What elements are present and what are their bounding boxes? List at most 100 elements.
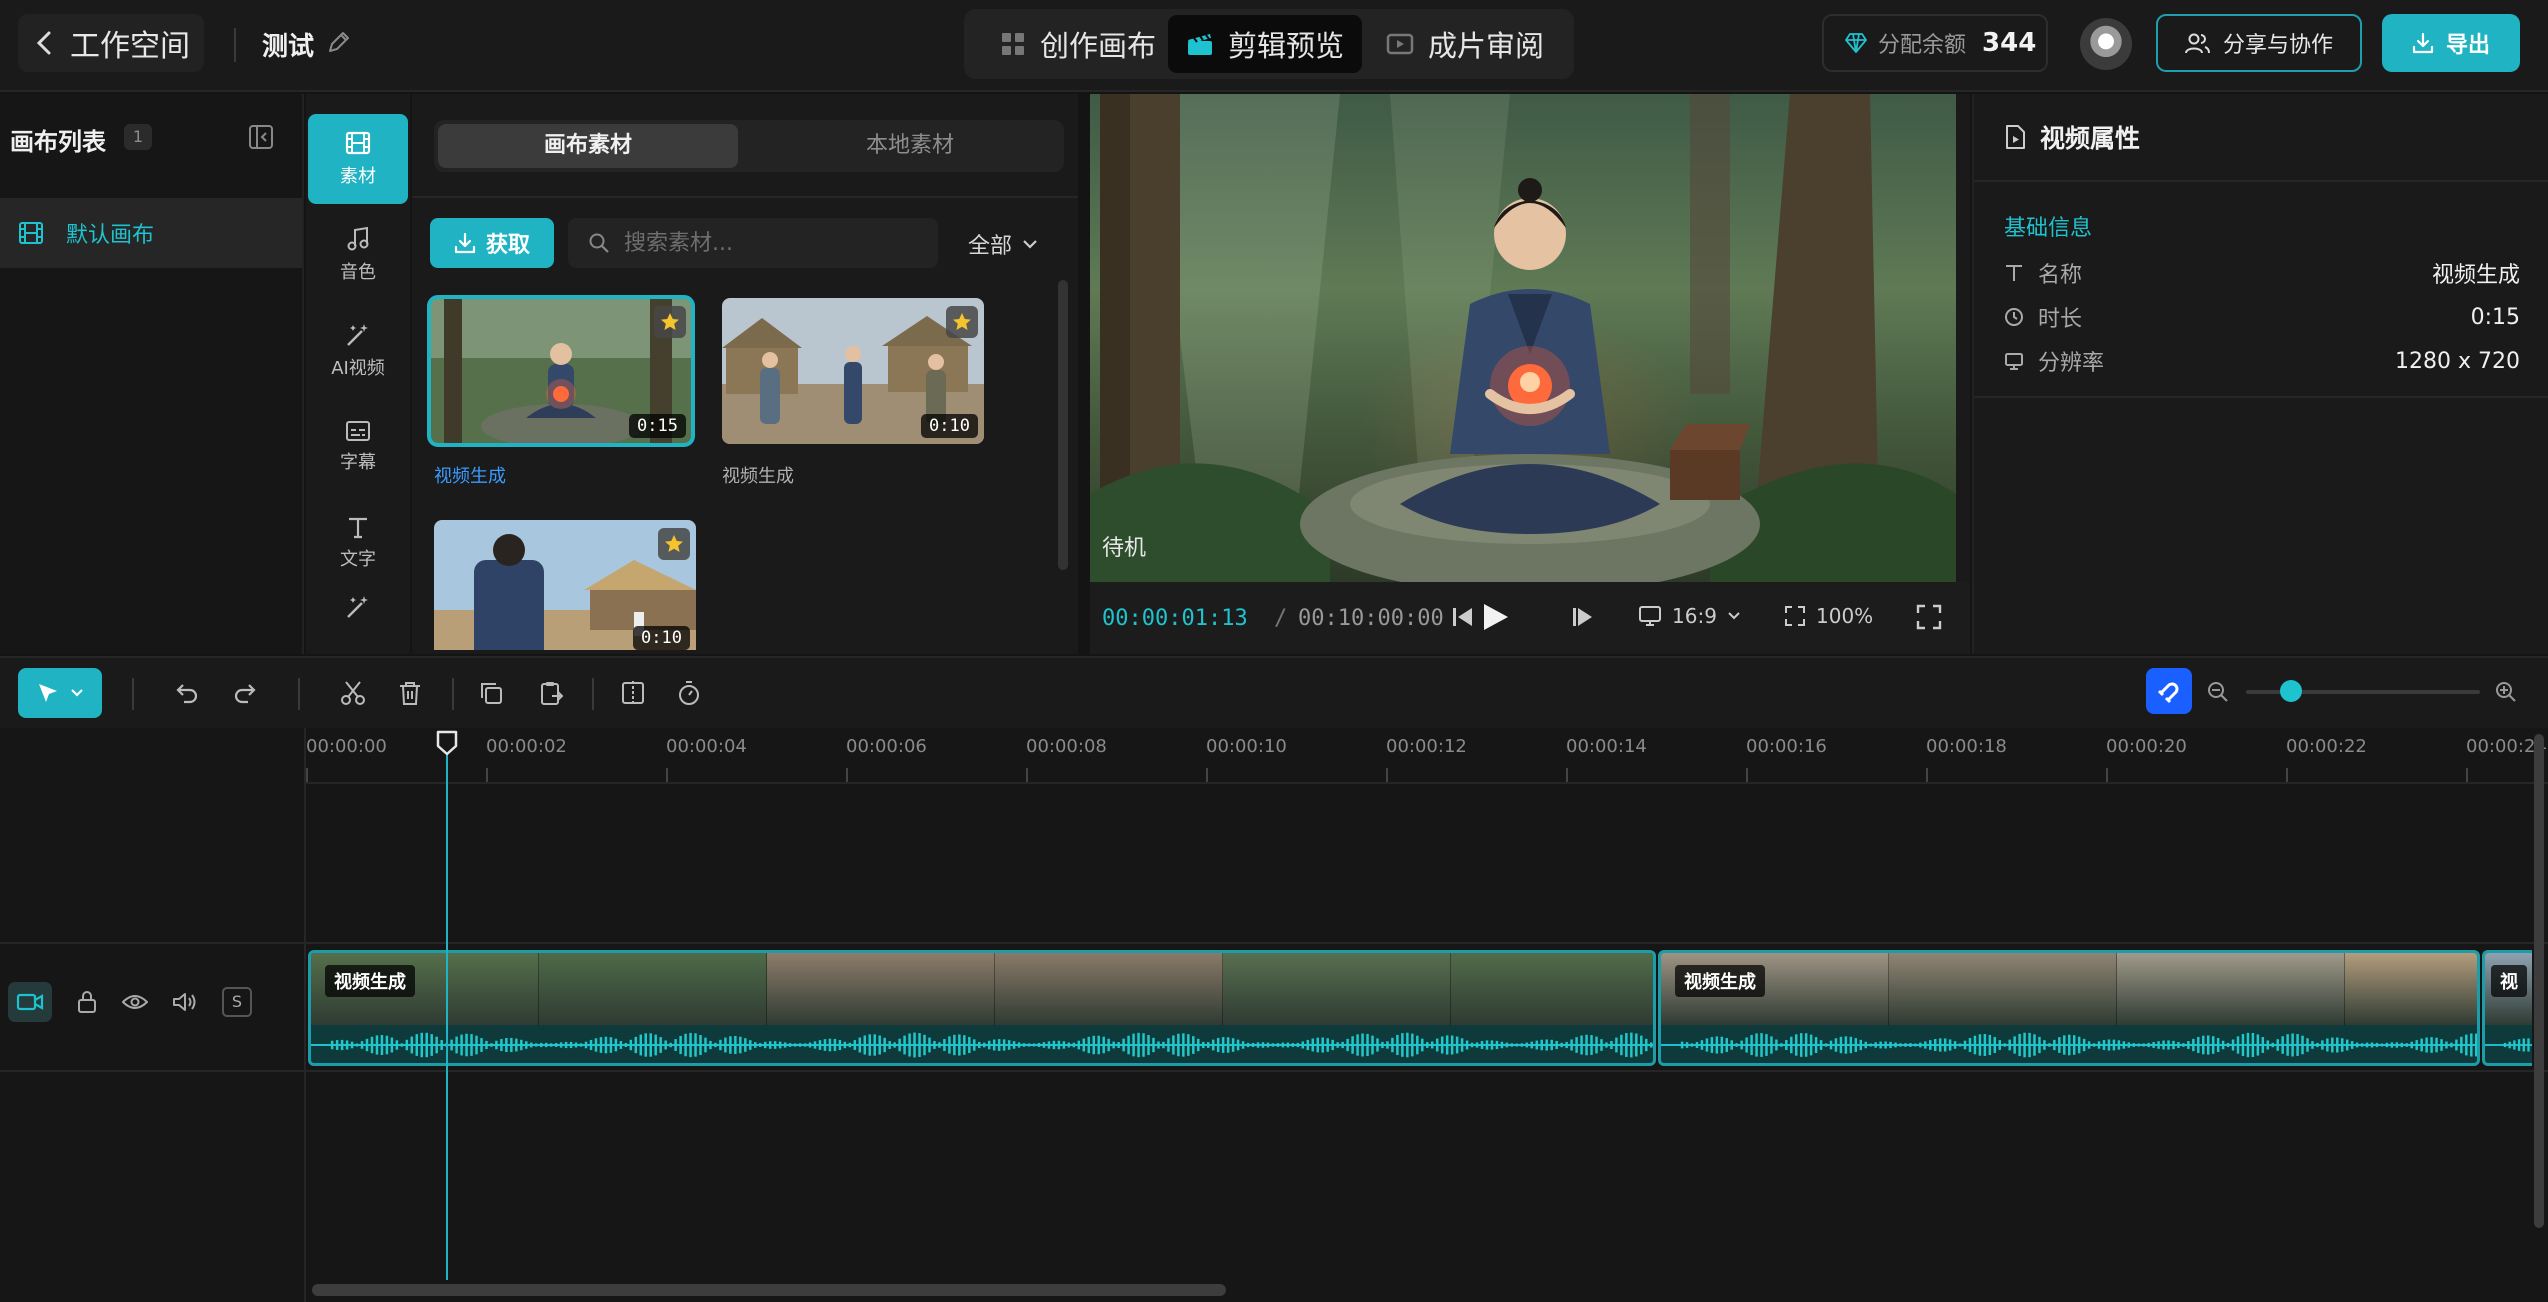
aspect-ratio-dropdown[interactable]: 16:9	[1638, 604, 1741, 628]
time-ruler[interactable]: 00:00:00 00:00:02 00:00:04 00:00:06 00:00:08…	[306, 728, 2548, 784]
avatar[interactable]	[2080, 18, 2132, 70]
video-clip[interactable]: 视频生成	[308, 950, 1656, 1066]
tool-materials[interactable]: 素材	[308, 114, 408, 204]
materials-scrollbar[interactable]	[1058, 280, 1068, 570]
split-view-button[interactable]	[620, 680, 646, 706]
timeline-horizontal-scrollbar[interactable]	[312, 1284, 1226, 1296]
edit-name-button[interactable]	[326, 29, 352, 55]
select-tool-button[interactable]	[18, 668, 102, 718]
video-clip[interactable]: 视	[2482, 950, 2532, 1066]
lock-track-button[interactable]	[76, 990, 98, 1014]
waveform-bar	[1286, 1042, 1290, 1048]
toggle-visibility-button[interactable]	[122, 992, 148, 1012]
sidebar-collapse-icon	[249, 125, 273, 149]
canvas-item-default[interactable]: 默认画布	[0, 198, 302, 268]
zoom-out-button[interactable]	[2206, 680, 2230, 704]
paste-button[interactable]	[538, 680, 564, 706]
waveform-bar	[2355, 1042, 2359, 1048]
scissors-icon	[341, 681, 365, 705]
waveform-bar	[2167, 1040, 2170, 1050]
play-button[interactable]	[1480, 602, 1512, 632]
tool-subtitles[interactable]: 字幕	[308, 402, 408, 492]
waveform-bar	[1316, 1037, 1319, 1053]
delete-button[interactable]	[398, 680, 422, 706]
favorite-star[interactable]	[654, 306, 686, 338]
waveform-bar	[1132, 1033, 1135, 1057]
waveform-bar	[699, 1035, 702, 1055]
tab-edit-preview[interactable]: 剪辑预览	[1168, 15, 1363, 73]
material-thumb[interactable]: 0:10	[434, 520, 696, 650]
tab-creative-canvas[interactable]: 创作画布	[982, 15, 1174, 73]
waveform-bar	[987, 1040, 991, 1050]
waveform-bar	[584, 1041, 588, 1049]
waveform-bar	[828, 1038, 832, 1052]
waveform-bar	[2023, 1032, 2026, 1058]
waveform-bar	[1914, 1043, 1917, 1047]
waveform-bar	[1560, 1042, 1563, 1048]
video-clip[interactable]: 视频生成	[1658, 950, 2480, 1066]
video-preview[interactable]: 待机	[1090, 94, 1956, 582]
split-button[interactable]	[340, 680, 366, 706]
waveform-bar	[808, 1042, 812, 1048]
tab-final-review[interactable]: 成片审阅	[1368, 15, 1562, 73]
pencil-icon	[329, 32, 349, 52]
copy-button[interactable]	[478, 680, 504, 706]
filter-dropdown[interactable]: 全部	[968, 228, 1038, 260]
snap-toggle-button[interactable]	[2146, 668, 2192, 714]
waveform-bar	[2375, 1042, 2379, 1048]
waveform-bar	[714, 1042, 717, 1048]
speed-button[interactable]	[676, 680, 702, 706]
waveform-bar	[833, 1038, 837, 1052]
next-frame-button[interactable]	[1570, 604, 1596, 630]
search-input[interactable]	[624, 230, 924, 256]
waveform-bar	[1187, 1034, 1190, 1056]
favorite-star[interactable]	[946, 306, 978, 338]
tool-effects[interactable]	[308, 594, 408, 650]
waveform-bar	[1978, 1034, 1982, 1056]
film-strip-icon	[19, 222, 43, 244]
waveform-bar	[1445, 1035, 1449, 1055]
zoom-slider-handle[interactable]	[2280, 680, 2302, 702]
waveform-bar	[510, 1037, 513, 1053]
timeline-vertical-scrollbar[interactable]	[2534, 734, 2544, 1228]
material-thumb[interactable]: 0:10	[722, 298, 984, 444]
mute-track-button[interactable]	[172, 991, 198, 1013]
waveform-bar	[1958, 1043, 1962, 1047]
tool-ai-video[interactable]: AI视频	[308, 306, 408, 396]
tool-label: AI视频	[331, 358, 385, 379]
material-thumb[interactable]: 0:15	[427, 295, 695, 447]
tab-canvas-materials[interactable]: 画布素材	[438, 124, 738, 168]
waveform-bar	[1386, 1041, 1389, 1049]
waveform-bar	[1241, 1041, 1245, 1049]
export-button[interactable]: 导出	[2382, 14, 2520, 72]
solo-track-button[interactable]: S	[222, 987, 252, 1017]
waveform-bar	[1152, 1037, 1155, 1053]
fullscreen-button[interactable]	[1916, 604, 1942, 630]
fetch-button[interactable]: 获取	[430, 218, 554, 268]
waveform-bar	[1057, 1040, 1061, 1050]
waveform-bar	[629, 1039, 633, 1051]
zoom-level-control[interactable]: 100%	[1784, 604, 1873, 628]
tab-local-materials[interactable]: 本地素材	[760, 124, 1060, 168]
waveform-bar	[1276, 1043, 1280, 1047]
zoom-in-button[interactable]	[2494, 680, 2518, 704]
video-track-button[interactable]	[8, 982, 52, 1022]
divider	[298, 678, 300, 710]
waveform-bar	[2475, 1033, 2477, 1057]
undo-button[interactable]	[174, 680, 200, 706]
tool-voice[interactable]: 音色	[308, 210, 408, 300]
waveform-bar	[1042, 1042, 1046, 1048]
tool-text[interactable]: 文字	[308, 498, 408, 588]
waveform-bar	[2345, 1039, 2349, 1051]
share-collaborate-button[interactable]: 分享与协作	[2156, 14, 2362, 72]
waveform-bar	[2112, 1039, 2116, 1051]
waveform-bar	[1770, 1036, 1773, 1054]
playhead-handle[interactable]	[436, 730, 458, 756]
waveform-bar	[1077, 1040, 1081, 1050]
back-to-workspace-button[interactable]: 工作空间	[18, 14, 204, 72]
favorite-star[interactable]	[658, 528, 690, 560]
previous-frame-button[interactable]	[1450, 604, 1476, 630]
redo-button[interactable]	[232, 680, 258, 706]
clip-label: 视频生成	[1675, 965, 1765, 997]
collapse-panel-button[interactable]	[248, 124, 274, 150]
